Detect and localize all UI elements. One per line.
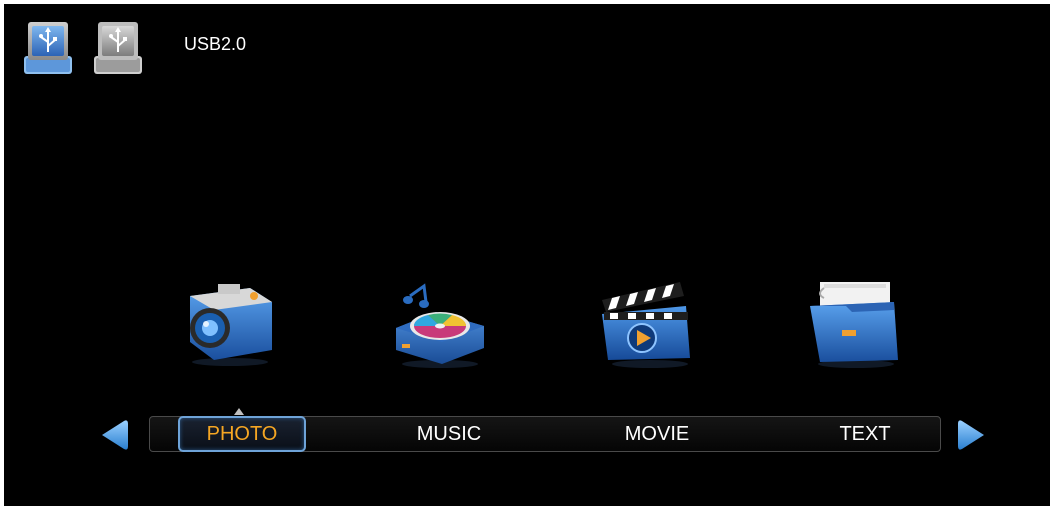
arrow-right-icon[interactable] [956,418,988,457]
usb-device-label: USB2.0 [184,34,247,54]
menu-item-text[interactable]: TEXT [790,417,940,451]
movie-clapper-icon[interactable] [600,276,696,375]
menu-item-music[interactable]: MUSIC [374,417,524,451]
media-menu-bar: PHOTO MUSIC MOVIE TEXT [149,416,941,452]
menu-item-photo[interactable]: PHOTO [178,416,306,452]
media-player-screen: USB2.0 PHOTO MUSIC MOVIE TEXT [4,4,1050,506]
camera-icon[interactable] [180,276,276,373]
menu-item-movie[interactable]: MOVIE [582,417,732,451]
usb-drive-icon[interactable] [22,18,74,78]
selection-pointer [234,408,244,415]
text-folder-icon[interactable] [806,276,902,375]
music-disc-icon[interactable] [392,276,488,375]
usb-drive-icon[interactable] [92,18,144,78]
arrow-left-icon[interactable] [98,418,130,457]
